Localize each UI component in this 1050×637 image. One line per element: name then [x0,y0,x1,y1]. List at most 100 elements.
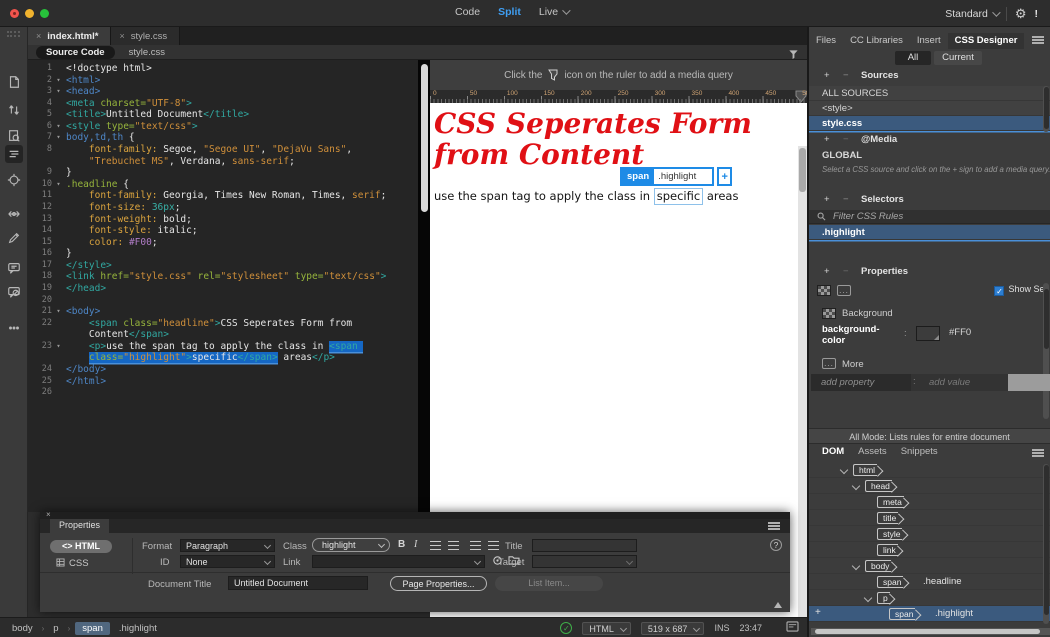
tag-path-highlight[interactable]: .highlight [115,623,161,634]
remove-selector-icon[interactable]: − [843,194,849,205]
outdent-icon[interactable] [470,541,481,550]
bold-button[interactable]: B [398,539,405,550]
code-line[interactable]: 2▾<html> [28,75,418,87]
live-code-icon[interactable] [5,127,23,145]
all-mode-button[interactable]: All [895,51,931,65]
indent-icon[interactable] [488,541,499,550]
code-line[interactable]: 9} [28,167,418,179]
add-property-icon[interactable]: + [824,266,830,277]
code-line[interactable]: 23▾ <p>use the span tag to apply the cla… [28,341,418,353]
code-line[interactable]: 21▾<body> [28,306,418,318]
source-item[interactable]: ALL SOURCES [809,86,1050,101]
code-line[interactable]: 20 [28,295,418,307]
format-source-icon[interactable] [5,145,23,163]
dom-tab-dom[interactable]: DOM [822,446,844,461]
code-line[interactable]: 25</html> [28,376,418,388]
properties-menu-icon[interactable] [768,522,780,530]
comment-icon[interactable] [5,259,23,277]
preview-headline[interactable]: CSS Seperates Form from Content [434,108,790,170]
source-item[interactable]: style.css [809,116,1050,131]
dom-node-meta[interactable]: meta [809,494,1050,510]
code-line[interactable]: 3▾<head> [28,86,418,98]
code-line[interactable]: 8 font-family: Segoe, "Segoe UI", "DejaV… [28,144,418,156]
panel-tab-css-designer[interactable]: CSS Designer [948,33,1025,49]
html-mode-button[interactable]: <> HTML [50,540,112,553]
close-window-icon[interactable] [10,9,19,18]
dom-node-span.headline[interactable]: span.headline [809,574,1050,590]
dom-horizontal-scrollbar[interactable] [811,628,1050,635]
edit-pencil-icon[interactable] [5,229,23,247]
ruler[interactable]: 050100150200250300350400450500 [430,90,807,103]
code-line[interactable]: 14 font-style: italic; [28,225,418,237]
collapse-caret-icon[interactable] [852,482,860,490]
preview-paragraph[interactable]: use the span tag to apply the class in s… [434,189,738,203]
live-view-button[interactable]: Live [539,6,568,18]
code-line[interactable]: 17</style> [28,260,418,272]
related-file-SourceCode[interactable]: Source Code [36,46,115,59]
dom-node-link[interactable]: link [809,542,1050,558]
live-scrollbar-thumb[interactable] [799,148,806,192]
add-source-icon[interactable]: + [824,70,830,81]
gear-icon[interactable]: ⚙ [1015,6,1027,22]
format-dropdown[interactable]: Paragraph [180,539,275,552]
dom-node-span.highlight[interactable]: +span.highlight [809,606,1050,622]
selector-item[interactable]: .highlight [809,225,1050,240]
window-size-dropdown[interactable]: 519 x 687 [641,622,705,635]
zoom-window-icon[interactable] [40,9,49,18]
panel-tab-insert[interactable]: Insert [910,33,948,49]
target-dropdown[interactable] [532,555,637,568]
code-editor[interactable]: 1<!doctype html>2▾<html>3▾<head>4<meta c… [28,60,418,512]
element-class-field[interactable]: .highlight [654,169,712,184]
inspect-mode-icon[interactable] [5,171,23,189]
close-panel-icon[interactable]: × [46,510,51,519]
dom-node-head[interactable]: head [809,478,1050,494]
related-file-stylecss[interactable]: style.css [129,47,165,58]
unordered-list-icon[interactable] [430,541,441,550]
class-dropdown[interactable]: highlight [312,538,390,552]
current-mode-button[interactable]: Current [934,51,982,65]
highlighted-span[interactable]: specific [654,188,703,205]
css-mode-button[interactable]: CSS [56,558,89,569]
media-global-item[interactable]: GLOBAL [822,150,862,161]
collapse-panel-icon[interactable] [774,602,782,608]
code-line[interactable]: 5<title>Untitled Document</title> [28,109,418,121]
sync-alert-icon[interactable]: ! [1035,8,1039,20]
code-line[interactable]: 13 font-weight: bold; [28,214,418,226]
close-tab-icon[interactable]: × [36,31,41,41]
doc-tab-stylecss[interactable]: ×style.css [111,27,180,45]
id-dropdown[interactable]: None [180,555,275,568]
comment-remove-icon[interactable] [5,283,23,301]
link-input[interactable] [312,555,485,568]
split-view-button[interactable]: Split [498,6,521,18]
filter-css-rules-input[interactable]: Filter CSS Rules [809,210,1050,224]
tag-path-body[interactable]: body [8,623,37,634]
properties-panel-tab[interactable]: Properties [50,519,109,533]
add-class-button[interactable]: + [717,167,732,186]
dom-node-style[interactable]: style [809,526,1050,542]
color-swatch[interactable] [916,326,940,341]
toolbar-drag-handle[interactable] [7,31,20,37]
extract-icon[interactable] [5,205,23,223]
code-line[interactable]: class="highlight">specific</span> areas<… [28,352,418,364]
code-line[interactable]: 24</body> [28,364,418,376]
document-title-input[interactable]: Untitled Document [228,576,368,590]
code-line[interactable]: 10▾.headline { [28,179,418,191]
panel-tab-files[interactable]: Files [809,33,843,49]
dom-node-html[interactable]: html [809,462,1050,478]
tag-path-span[interactable]: span [75,622,110,635]
minimize-window-icon[interactable] [25,9,34,18]
dom-horizontal-thumb[interactable] [815,629,1040,634]
more-category-icon[interactable]: ... [837,285,851,296]
dom-panel-menu-icon[interactable] [1032,449,1044,457]
element-tag-badge[interactable]: span [622,169,654,184]
code-line[interactable]: 19</head> [28,283,418,295]
dom-node-body[interactable]: body [809,558,1050,574]
realtime-preview-icon[interactable] [786,621,799,635]
collapse-caret-icon[interactable] [840,466,848,474]
live-scrollbar[interactable] [798,146,807,637]
tag-path-p[interactable]: p [49,623,62,634]
code-line[interactable]: 11 font-family: Georgia, Times New Roman… [28,190,418,202]
code-line[interactable]: 15 color: #F00; [28,237,418,249]
code-view-button[interactable]: Code [455,6,480,18]
dom-tab-snippets[interactable]: Snippets [901,446,938,461]
